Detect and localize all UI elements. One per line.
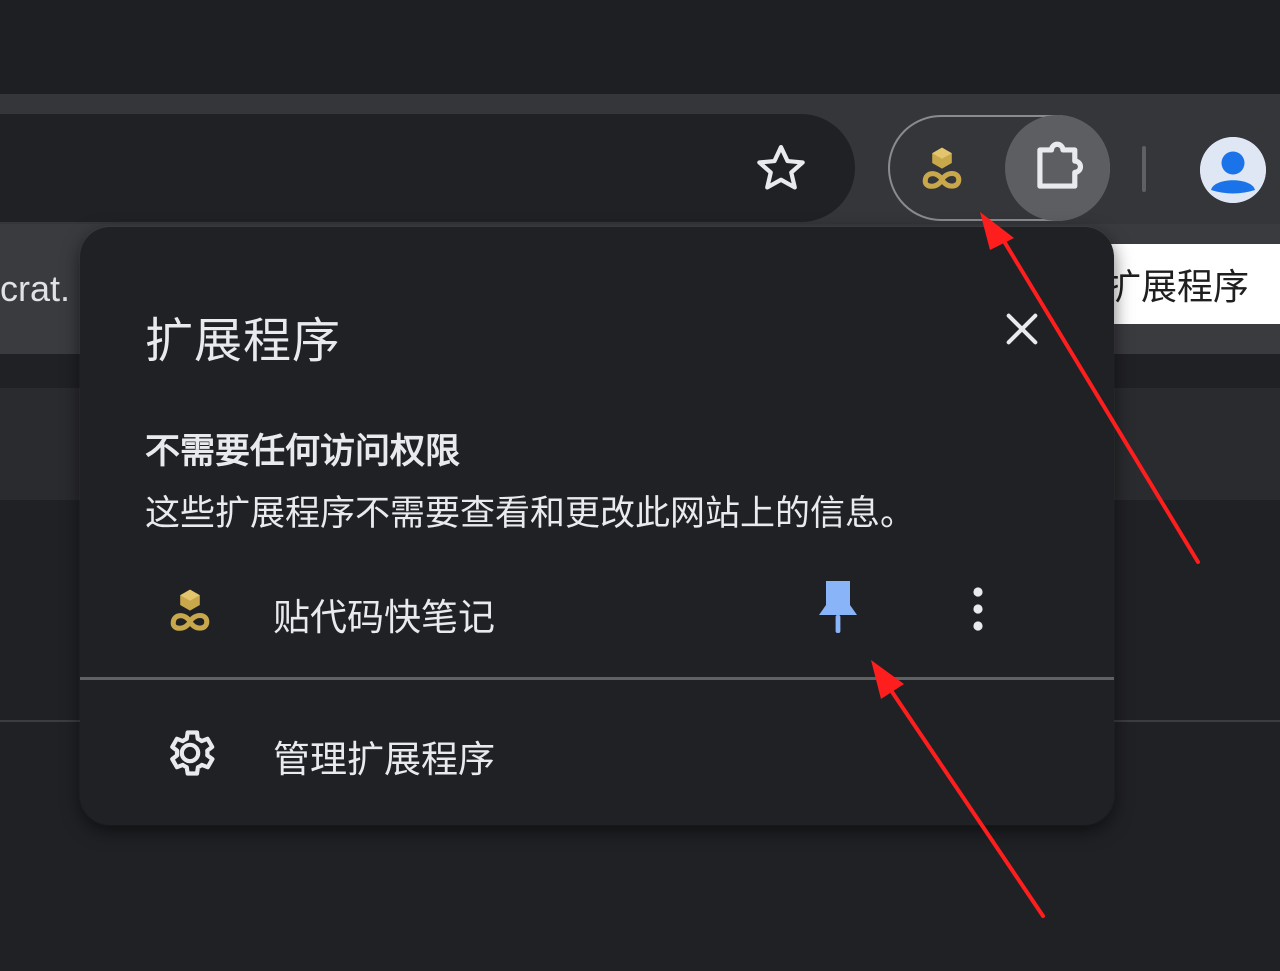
profile-button[interactable] [1200, 137, 1266, 203]
manage-extensions-icon[interactable] [160, 723, 220, 783]
close-icon [1006, 313, 1038, 345]
popup-divider [80, 677, 1114, 680]
extensions-popup: 扩展程序 不需要任何访问权限 这些扩展程序不需要查看和更改此网站上的信息。 贴代… [80, 227, 1114, 825]
tiedaima-logo-icon [922, 147, 962, 189]
section-description: 这些扩展程序不需要查看和更改此网站上的信息。 [145, 494, 916, 534]
pinned-extension-button[interactable] [912, 140, 972, 200]
extension-icon[interactable] [160, 582, 220, 642]
section-heading: 不需要任何访问权限 [145, 432, 461, 472]
tiedaima-logo-icon [170, 589, 210, 631]
extension-menu-button[interactable] [956, 579, 1000, 639]
puzzle-icon [1036, 141, 1083, 189]
pin-icon [819, 581, 857, 633]
tab-strip [0, 0, 1280, 94]
bookmark-button[interactable] [748, 136, 814, 202]
gear-icon [170, 730, 215, 776]
address-bar[interactable] [0, 114, 855, 222]
extension-name[interactable]: 贴代码快笔记 [273, 587, 495, 641]
screen: crat. 扩展程序 扩展程序 不需要任何访问权限 这些扩展程序不需要查看和更改… [0, 0, 1280, 971]
page-partial-text: crat. [0, 268, 71, 309]
extensions-menu-button[interactable] [1005, 115, 1110, 221]
toolbar-divider [1142, 146, 1146, 192]
close-button[interactable] [998, 305, 1046, 353]
profile-avatar-icon [1200, 137, 1266, 203]
pin-button[interactable] [810, 577, 866, 637]
more-vert-icon [973, 587, 983, 631]
star-icon [757, 144, 805, 190]
manage-extensions-link[interactable]: 管理扩展程序 [273, 729, 495, 783]
popup-title: 扩展程序 [145, 313, 342, 369]
